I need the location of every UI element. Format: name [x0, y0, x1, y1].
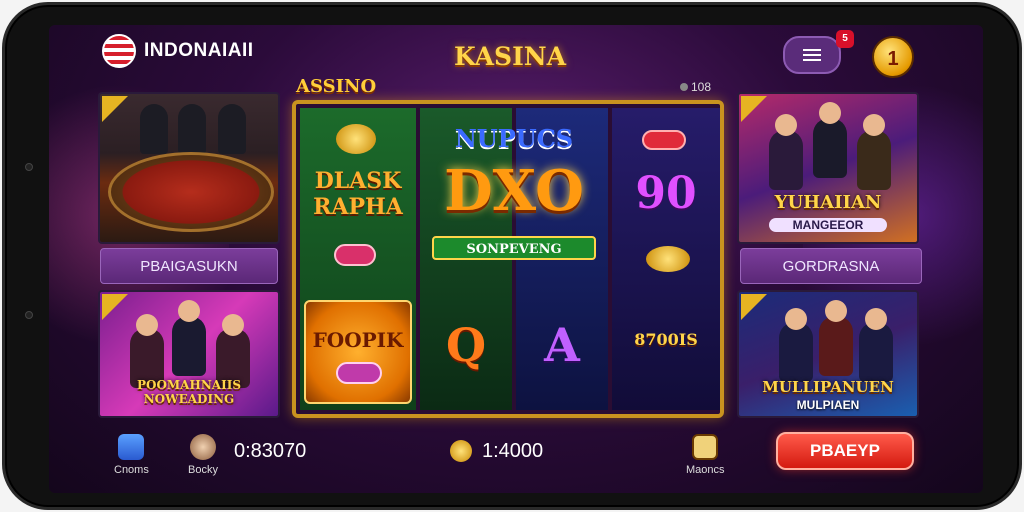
- tile-button-left-top[interactable]: PBAIGASUKN: [100, 248, 278, 284]
- tile-button-right-top[interactable]: GORDRASNA: [740, 248, 922, 284]
- reel1-symbol: DLASK RAPHA: [313, 168, 403, 220]
- character-head: [785, 308, 807, 330]
- gold-coin-icon: [336, 124, 376, 154]
- jackpot-big-text: DXO: [444, 158, 584, 224]
- corner-ribbon: [741, 96, 767, 122]
- indonesia-flag-icon: [102, 34, 136, 68]
- multiplayer-art: MULLIPANUEN MULPIAEN: [739, 292, 917, 416]
- bottom-nav-item-2[interactable]: Bocky: [188, 434, 218, 476]
- jackpot-banner: SONPEVENG: [432, 236, 596, 260]
- side-sensor: [25, 163, 33, 171]
- tile-title: MULLIPANUEN: [762, 378, 894, 396]
- candy-icon: [334, 244, 376, 266]
- reel4-feature: 8700IS: [634, 330, 698, 349]
- side-sensor: [25, 311, 33, 319]
- roulette-table: [108, 152, 274, 232]
- jackpot-title: NUPUCS: [454, 124, 574, 153]
- character: [859, 322, 893, 382]
- character-head: [178, 300, 200, 322]
- corner-ribbon: [102, 294, 128, 320]
- corner-ribbon: [741, 294, 767, 320]
- party-art: POOMAHNAIIS NOWEADING: [100, 292, 278, 416]
- brand: INDONAIAII: [102, 34, 254, 68]
- bottom-nav-label: Cnoms: [114, 464, 149, 476]
- symbol-q: Q: [445, 318, 487, 372]
- live-casino-art: [100, 94, 278, 242]
- slot-counter-value: 108: [691, 80, 712, 94]
- candy-icon: [336, 362, 382, 384]
- character-head: [863, 114, 885, 136]
- counter-icon: [680, 83, 688, 91]
- candy-icon: [642, 130, 686, 150]
- slot-counter: 108: [680, 80, 711, 94]
- character: [819, 316, 853, 376]
- dealer-figure: [140, 104, 168, 154]
- character-head: [865, 308, 887, 330]
- dealer-figure: [178, 104, 206, 154]
- notification-badge: 5: [836, 30, 854, 48]
- slot-machine[interactable]: DLASK RAPHA Q A 90 8700IS NUPUCS DXO SON…: [292, 100, 724, 418]
- character: [769, 130, 803, 190]
- feature-bonus-tile[interactable]: FOOPIK: [304, 300, 412, 404]
- game-tile-party[interactable]: POOMAHNAIIS NOWEADING: [98, 290, 280, 418]
- menu-button[interactable]: [783, 36, 841, 74]
- bottom-nav-label: Bocky: [188, 464, 218, 476]
- character: [779, 322, 813, 382]
- play-button[interactable]: PBAEYP: [776, 432, 914, 470]
- balance-secondary: 1:4000: [482, 440, 544, 462]
- reel-4: 90 8700IS: [612, 108, 720, 410]
- gold-coin-icon: [646, 246, 690, 272]
- menu-icon: [803, 49, 821, 61]
- bottom-nav-item-3[interactable]: Maoncs: [686, 434, 725, 476]
- character-head: [136, 314, 158, 336]
- game-tile-live-casino[interactable]: [98, 92, 280, 244]
- character-head: [775, 114, 797, 136]
- character: [172, 316, 206, 376]
- mail-icon: [692, 434, 719, 460]
- brand-title: INDONAIAII: [144, 40, 254, 61]
- character-head: [222, 314, 244, 336]
- gift-icon: [118, 434, 145, 460]
- bottom-nav-label: Maoncs: [686, 464, 725, 476]
- tile-title: POOMAHNAIIS NOWEADING: [136, 378, 242, 406]
- symbol-a: A: [544, 318, 580, 372]
- reel4-symbol: 90: [635, 168, 697, 219]
- bottom-nav-item-1[interactable]: Cnoms: [114, 434, 149, 476]
- corner-ribbon: [102, 96, 128, 122]
- character-head: [819, 102, 841, 124]
- avatar-icon: [189, 434, 216, 460]
- tile-title: YUHAIIAN: [774, 192, 882, 213]
- feature-label: FOOPIK: [312, 328, 404, 352]
- stage-art: YUHAIIAN MANGEEOR: [739, 94, 917, 242]
- character-head: [825, 300, 847, 322]
- slot-tab-label: ASSINO: [296, 76, 377, 97]
- game-tile-stage[interactable]: YUHAIIAN MANGEEOR: [737, 92, 919, 244]
- dealer-figure: [218, 104, 246, 154]
- tile-subtitle: MULPIAEN: [796, 398, 860, 412]
- game-tile-multiplayer[interactable]: MULLIPANUEN MULPIAEN: [737, 290, 919, 418]
- balance-primary: 0:83070: [234, 440, 307, 462]
- level-badge[interactable]: 1: [872, 36, 914, 78]
- app-logo: KASINA: [453, 42, 567, 71]
- tile-subtitle: MANGEEOR: [769, 218, 887, 232]
- character: [857, 130, 891, 190]
- coin-icon: [450, 440, 472, 462]
- character: [813, 118, 847, 178]
- jackpot-emblem: NUPUCS DXO SONPEVENG: [424, 118, 604, 278]
